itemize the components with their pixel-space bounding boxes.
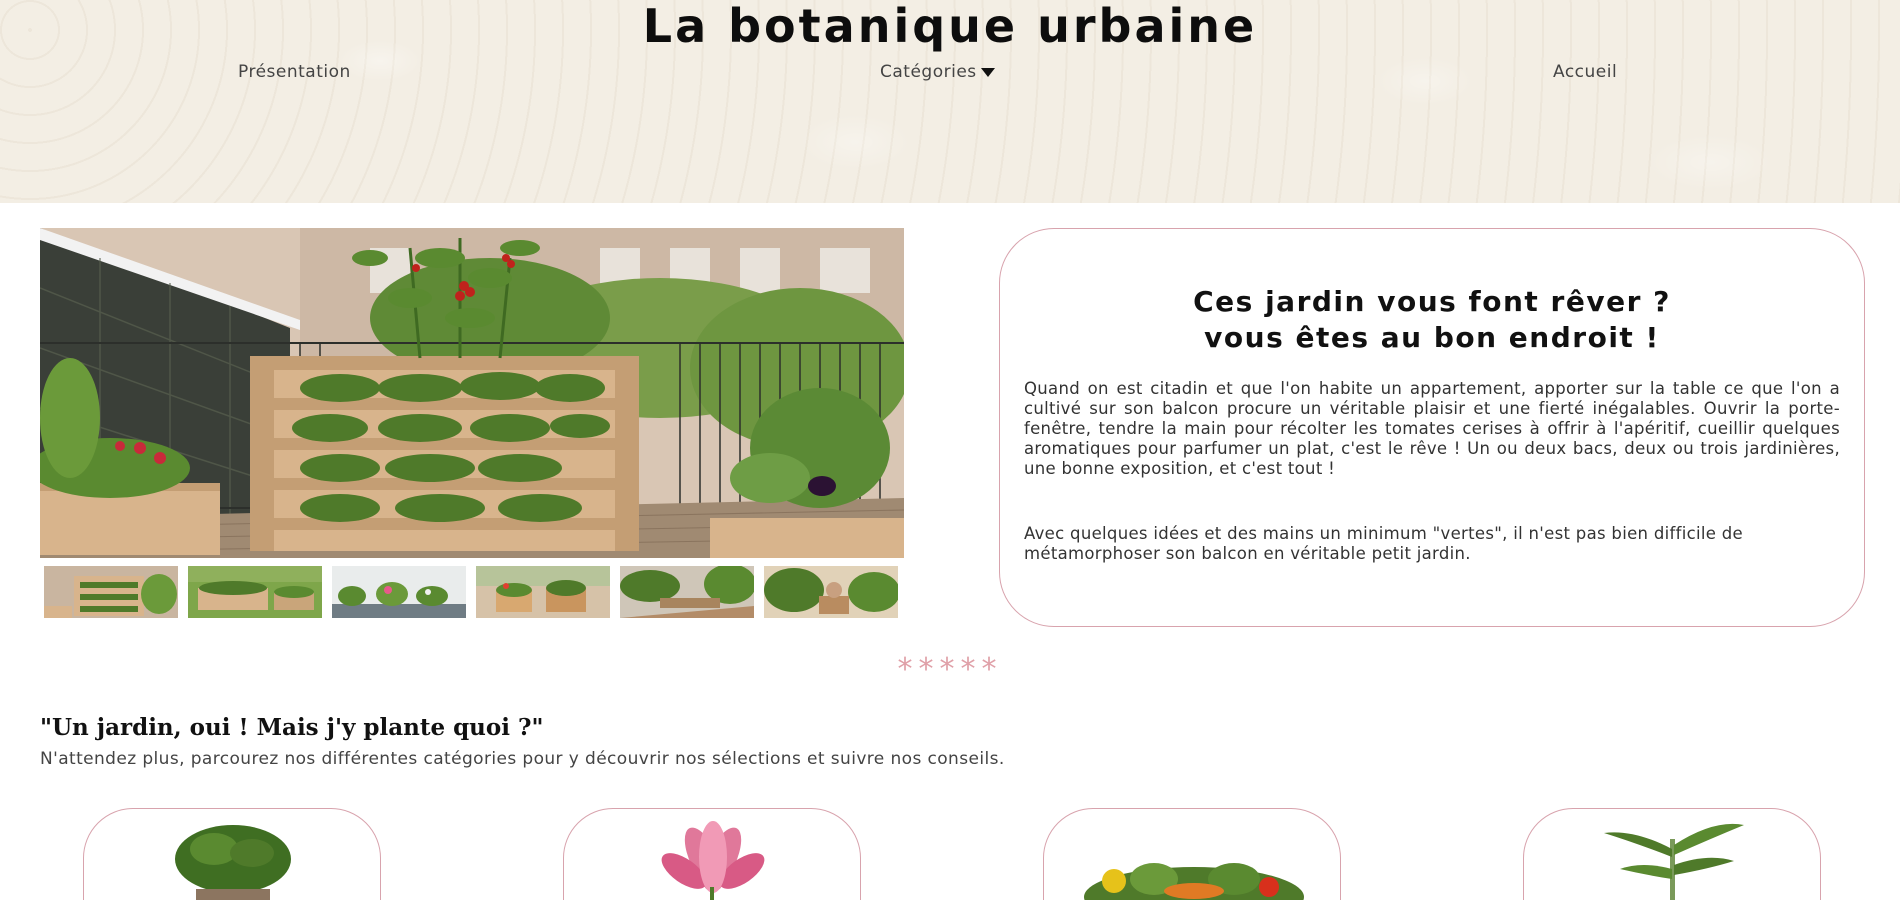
category-card-3[interactable] (1043, 808, 1341, 900)
intro-heading: Ces jardin vous font rêver ? vous êtes a… (1000, 284, 1864, 356)
nav-presentation[interactable]: Présentation (238, 62, 351, 82)
site-header: La botanique urbaine Présentation Catégo… (0, 0, 1900, 203)
caret-down-icon (980, 67, 995, 77)
gallery-main-image (40, 228, 904, 558)
nav-accueil[interactable]: Accueil (1553, 62, 1617, 82)
nav-categories[interactable]: Catégories (880, 62, 995, 82)
site-title: La botanique urbaine (642, 0, 1258, 53)
gallery-thumbnails (44, 566, 900, 618)
intro-heading-line1: Ces jardin vous font rêver ? (1193, 285, 1671, 318)
thumbnail-3[interactable] (332, 566, 466, 618)
vegetables-icon (1084, 863, 1304, 900)
thumbnail-6[interactable] (764, 566, 898, 618)
bamboo-plant-icon (1604, 823, 1744, 900)
thumbnail-2[interactable] (188, 566, 322, 618)
intro-paragraph-1: Quand on est citadin et que l'on habite … (1024, 379, 1840, 478)
intro-paragraph-2: Avec quelques idées et des mains un mini… (1024, 524, 1743, 563)
intro-card: Ces jardin vous font rêver ? vous êtes a… (999, 228, 1865, 627)
categories-section-title: "Un jardin, oui ! Mais j'y plante quoi ?… (40, 714, 544, 741)
thumbnail-4[interactable] (476, 566, 610, 618)
lotus-flower-icon (661, 821, 765, 900)
category-card-4[interactable] (1523, 808, 1821, 900)
section-divider: ***** (897, 652, 1003, 687)
nav-categories-label: Catégories (880, 62, 977, 82)
category-card-1[interactable] (83, 808, 381, 900)
thumbnail-5[interactable] (620, 566, 754, 618)
categories-section-subtitle: N'attendez plus, parcourez nos différent… (40, 749, 1005, 769)
category-card-2[interactable] (563, 808, 861, 900)
thumbnail-1[interactable] (44, 566, 178, 618)
intro-heading-line2: vous êtes au bon endroit ! (1204, 321, 1660, 354)
boxwood-topiary-icon (175, 825, 291, 900)
